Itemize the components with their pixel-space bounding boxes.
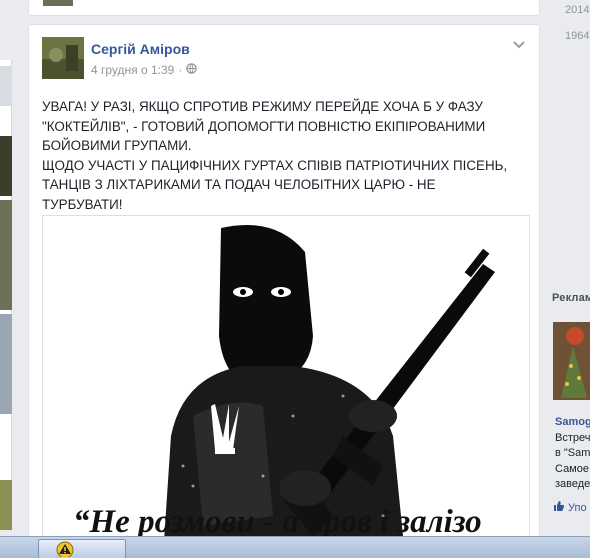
thumbs-up-icon bbox=[553, 500, 565, 515]
ad-image[interactable] bbox=[553, 322, 590, 400]
thumbnail-image[interactable] bbox=[0, 136, 12, 196]
post-text-line: "КОКТЕЙЛІВ", - ГОТОВИЙ ДОПОМОГТИ ПОВНІСТ… bbox=[42, 118, 486, 134]
chevron-down-icon[interactable] bbox=[511, 39, 527, 51]
post-timestamp[interactable]: 4 грудня о 1:39 bbox=[91, 63, 174, 77]
previous-post-card bbox=[28, 0, 540, 16]
post-message: УВАГА! У РАЗІ, ЯКЩО СПРОТИВ РЕЖИМУ ПЕРЕЙ… bbox=[42, 97, 522, 214]
ad-like-label: Упо bbox=[568, 501, 587, 514]
previous-post-thumbnail[interactable] bbox=[43, 0, 73, 6]
ad-text-line: заведе bbox=[555, 478, 590, 490]
post-text-line: УВАГА! У РАЗІ, ЯКЩО СПРОТИВ РЕЖИМУ ПЕРЕЙ… bbox=[42, 99, 483, 114]
warning-icon[interactable] bbox=[56, 541, 74, 558]
post-text-line: ТАНЦІВ З ЛІХТАРИКАМИ ТА ПОДАЧ ЧЕЛОБІТНИХ… bbox=[42, 177, 436, 192]
meta-separator: · bbox=[178, 63, 183, 77]
thumbnail-image[interactable] bbox=[0, 66, 12, 106]
author-name-link[interactable]: Сергій Аміров bbox=[91, 41, 190, 57]
thumbnail-image[interactable] bbox=[0, 200, 12, 310]
ad-text-line: в "Samo bbox=[555, 447, 590, 459]
globe-icon bbox=[186, 63, 198, 77]
post-card: Сергій Аміров 4 грудня о 1:39 · УВАГА! У… bbox=[28, 24, 540, 558]
ad-text-line: Встреч bbox=[555, 432, 590, 444]
post-meta: 4 грудня о 1:39 · bbox=[91, 63, 198, 77]
ads-heading: Реклам bbox=[552, 292, 590, 304]
post-text-line: ЩОДО УЧАСТІ У ПАЦИФІЧНИХ ГУРТАХ СПІВІВ П… bbox=[42, 157, 508, 173]
ad-title-link[interactable]: Samog bbox=[555, 416, 590, 428]
taskbar-app-button[interactable] bbox=[38, 539, 126, 558]
timeline-year-link[interactable]: 1964 bbox=[565, 30, 589, 42]
ad-like-button[interactable]: Упо bbox=[553, 500, 587, 515]
post-image[interactable]: “Не розмови - а кров і залізо bbox=[42, 215, 530, 555]
author-avatar[interactable] bbox=[42, 37, 84, 79]
os-taskbar bbox=[0, 536, 590, 558]
timeline-year-link[interactable]: 2014 bbox=[565, 4, 589, 16]
thumbnail-image[interactable] bbox=[0, 314, 12, 414]
post-text-line: БОЙОВИМИ ГРУПАМИ. bbox=[42, 138, 192, 153]
thumbnail-image[interactable] bbox=[0, 480, 12, 530]
post-text-line: ТУРБУВАТИ! bbox=[42, 196, 123, 212]
ad-text-line: Самое bbox=[555, 463, 589, 475]
left-column-thumbnails bbox=[0, 60, 12, 530]
timeline-years: 2014 1964 bbox=[554, 0, 590, 70]
